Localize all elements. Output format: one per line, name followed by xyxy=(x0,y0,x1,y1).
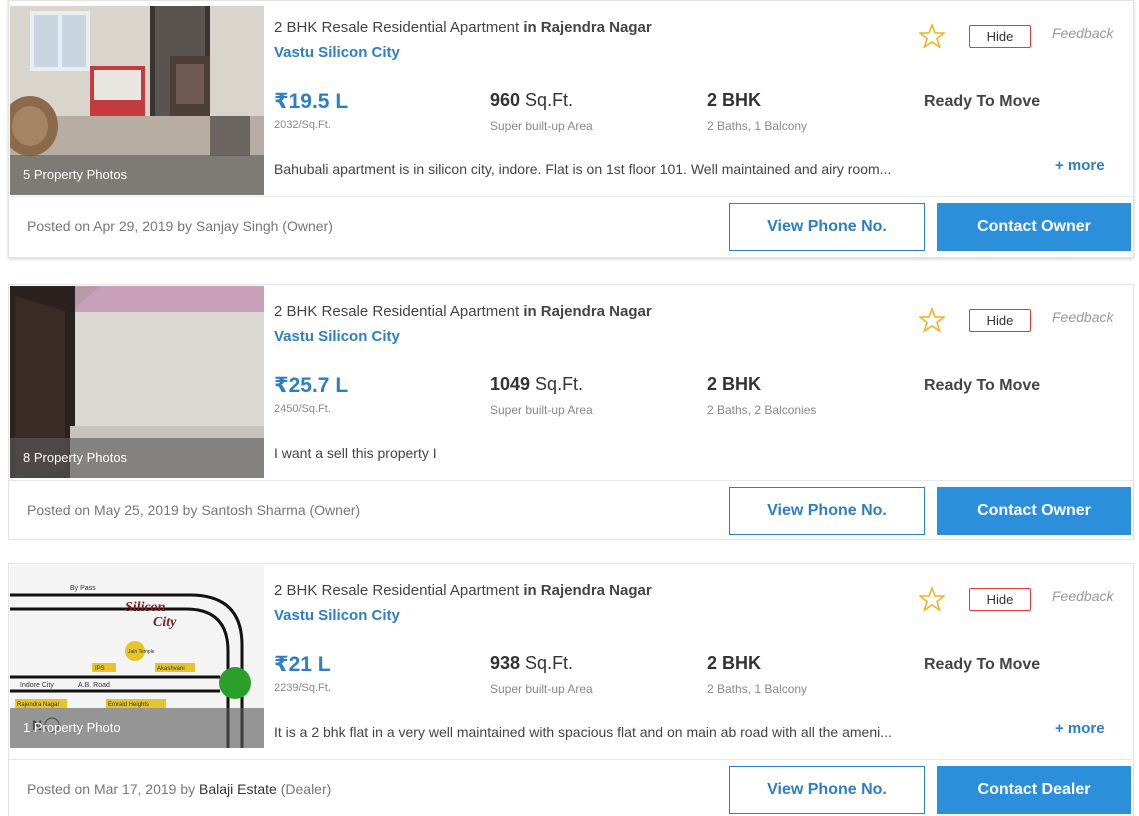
project-link[interactable]: Vastu Silicon City xyxy=(274,44,400,61)
map-city-label: City xyxy=(153,615,177,630)
hide-button[interactable]: Hide xyxy=(969,309,1031,332)
title-location: in Rajendra Nagar xyxy=(523,19,652,36)
map-silicon-label: Silicon xyxy=(125,600,166,615)
area-unit: Sq.Ft. xyxy=(520,90,574,110)
map-jain-label: Jain Temple xyxy=(128,649,155,655)
title-type: 2 BHK Resale Residential Apartment xyxy=(274,582,520,599)
posted-info: Posted on Mar 17, 2019 by Balaji Estate … xyxy=(27,781,331,797)
more-link[interactable]: + more xyxy=(1055,157,1105,174)
more-link[interactable]: + more xyxy=(1055,720,1105,737)
listing-info: 2 BHK Resale Residential Apartment in Ra… xyxy=(274,285,1133,481)
area-value: 960 xyxy=(490,90,521,110)
property-photo[interactable]: 8 Property Photos xyxy=(10,286,264,478)
title-location: in Rajendra Nagar xyxy=(523,582,652,599)
feedback-link[interactable]: Feedback xyxy=(1052,588,1113,604)
area: 938 Sq.Ft. xyxy=(490,653,573,674)
area-unit: Sq.Ft. xyxy=(530,374,584,394)
photo-count-label: 1 Property Photo xyxy=(10,708,264,748)
baths-balcony: 2 Baths, 2 Balconies xyxy=(707,403,817,417)
dealer-name: Balaji Estate xyxy=(199,781,277,797)
price: ₹25.7 L xyxy=(274,374,349,397)
bhk: 2 BHK xyxy=(707,653,762,673)
map-indore-label: Indore City xyxy=(20,682,54,689)
property-photo[interactable]: By Pass Silicon City Jain Temple IPS Aka… xyxy=(10,565,264,748)
price-per-sqft: 2239/Sq.Ft. xyxy=(274,682,331,694)
possession-status: Ready To Move xyxy=(924,656,1041,673)
title-type: 2 BHK Resale Residential Apartment xyxy=(274,303,520,320)
possession-status: Ready To Move xyxy=(924,93,1041,110)
star-icon[interactable] xyxy=(919,586,945,612)
photo-count-label: 5 Property Photos xyxy=(10,155,264,195)
description: I want a sell this property I xyxy=(274,445,437,461)
contact-owner-button[interactable]: Contact Owner xyxy=(937,487,1131,535)
listing-card[interactable]: 5 Property Photos 2 BHK Resale Residenti… xyxy=(8,0,1134,258)
price: ₹21 L xyxy=(274,653,331,676)
feedback-link[interactable]: Feedback xyxy=(1052,25,1113,41)
view-phone-button[interactable]: View Phone No. xyxy=(729,203,925,251)
baths-balcony: 2 Baths, 1 Balcony xyxy=(707,119,808,133)
price: ₹19.5 L xyxy=(274,90,349,113)
star-icon[interactable] xyxy=(919,307,945,333)
listing-title[interactable]: 2 BHK Resale Residential Apartment in Ra… xyxy=(274,19,652,36)
price-per-sqft: 2032/Sq.Ft. xyxy=(274,119,331,131)
listing-title[interactable]: 2 BHK Resale Residential Apartment in Ra… xyxy=(274,303,652,320)
divider xyxy=(9,759,1133,760)
posted-info: Posted on Apr 29, 2019 by Sanjay Singh (… xyxy=(27,218,333,234)
map-ips-label: IPS xyxy=(95,666,105,672)
area-value: 1049 xyxy=(490,374,531,394)
listing-title[interactable]: 2 BHK Resale Residential Apartment in Ra… xyxy=(274,582,652,599)
area-type: Super built-up Area xyxy=(490,119,593,133)
map-akashvani-label: Akashvani xyxy=(157,666,185,672)
divider xyxy=(9,480,1133,481)
possession-status: Ready To Move xyxy=(924,377,1041,394)
feedback-link[interactable]: Feedback xyxy=(1052,309,1113,325)
area-value: 938 xyxy=(490,653,521,673)
title-type: 2 BHK Resale Residential Apartment xyxy=(274,19,520,36)
project-link[interactable]: Vastu Silicon City xyxy=(274,328,400,345)
divider xyxy=(9,196,1133,197)
view-phone-button[interactable]: View Phone No. xyxy=(729,766,925,814)
posted-prefix: Posted on Mar 17, 2019 by xyxy=(27,781,199,797)
hide-button[interactable]: Hide xyxy=(969,25,1031,48)
view-phone-button[interactable]: View Phone No. xyxy=(729,487,925,535)
area-unit: Sq.Ft. xyxy=(520,653,574,673)
map-abroad-label: A.B. Road xyxy=(78,682,110,689)
listing-info: 2 BHK Resale Residential Apartment in Ra… xyxy=(274,564,1133,760)
hide-button[interactable]: Hide xyxy=(969,588,1031,611)
baths-balcony: 2 Baths, 1 Balcony xyxy=(707,682,808,696)
listing-info: 2 BHK Resale Residential Apartment in Ra… xyxy=(274,1,1133,197)
bhk: 2 BHK xyxy=(707,90,762,110)
bhk: 2 BHK xyxy=(707,374,762,394)
posted-suffix: (Dealer) xyxy=(276,781,332,797)
contact-owner-button[interactable]: Contact Owner xyxy=(937,203,1131,251)
area: 1049 Sq.Ft. xyxy=(490,374,583,395)
contact-dealer-button[interactable]: Contact Dealer xyxy=(937,766,1131,814)
description: Bahubali apartment is in silicon city, i… xyxy=(274,161,892,177)
title-location: in Rajendra Nagar xyxy=(523,303,652,320)
posted-info: Posted on May 25, 2019 by Santosh Sharma… xyxy=(27,502,361,518)
area-type: Super built-up Area xyxy=(490,682,593,696)
area-type: Super built-up Area xyxy=(490,403,593,417)
price-per-sqft: 2450/Sq.Ft. xyxy=(274,403,331,415)
star-icon[interactable] xyxy=(919,23,945,49)
project-link[interactable]: Vastu Silicon City xyxy=(274,607,400,624)
map-bypass-label: By Pass xyxy=(70,585,96,592)
photo-count-label: 8 Property Photos xyxy=(10,438,264,478)
description: It is a 2 bhk flat in a very well mainta… xyxy=(274,724,892,740)
listing-card[interactable]: By Pass Silicon City Jain Temple IPS Aka… xyxy=(8,563,1134,816)
property-photo[interactable]: 5 Property Photos xyxy=(10,6,264,195)
listing-card[interactable]: 8 Property Photos 2 BHK Resale Residenti… xyxy=(8,284,1134,540)
area: 960 Sq.Ft. xyxy=(490,90,573,111)
